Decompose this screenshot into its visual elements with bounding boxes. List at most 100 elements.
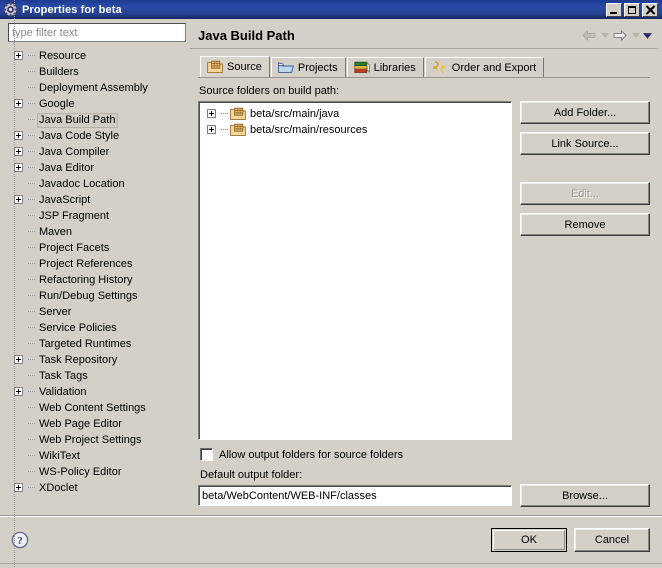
expand-plus-icon[interactable] <box>12 48 28 64</box>
sidebar-item-refactoring-history[interactable]: Refactoring History <box>12 272 188 288</box>
add-folder-button[interactable]: Add Folder... <box>520 101 650 124</box>
sidebar-item-java-build-path[interactable]: Java Build Path <box>12 112 188 128</box>
sidebar-item-javadoc-location[interactable]: Javadoc Location <box>12 176 188 192</box>
default-output-folder-input[interactable]: beta/WebContent/WEB-INF/classes <box>198 485 512 506</box>
maximize-button[interactable] <box>624 2 640 17</box>
sidebar-item-label: Java Compiler <box>39 145 110 158</box>
tab-order-and-export[interactable]: Order and Export <box>424 57 545 77</box>
tree-connector-line <box>28 320 37 336</box>
expand-plus-icon[interactable] <box>12 384 28 400</box>
tree-connector-line <box>28 96 37 112</box>
sidebar-item-deployment-assembly[interactable]: Deployment Assembly <box>12 80 188 96</box>
sidebar-item-wikitext[interactable]: WikiText <box>12 448 188 464</box>
allow-output-folders-checkbox[interactable] <box>200 448 213 461</box>
books-icon <box>354 60 370 75</box>
cancel-button[interactable]: Cancel <box>574 528 650 552</box>
sidebar-item-label: JavaScript <box>39 193 91 206</box>
sidebar-item-web-project-settings[interactable]: Web Project Settings <box>12 432 188 448</box>
forward-dropdown-icon[interactable] <box>631 28 640 44</box>
forward-arrow-icon[interactable] <box>612 28 628 44</box>
page-navigation <box>581 28 652 44</box>
tree-connector-line <box>28 432 37 448</box>
sidebar-item-project-references[interactable]: Project References <box>12 256 188 272</box>
source-folder-row[interactable]: beta/src/main/resources <box>205 122 511 138</box>
sidebar-item-task-tags[interactable]: Task Tags <box>12 368 188 384</box>
sidebar-item-builders[interactable]: Builders <box>12 64 188 80</box>
sidebar-item-ws-policy-editor[interactable]: WS-Policy Editor <box>12 464 188 480</box>
tree-connector-line <box>28 464 37 480</box>
tree-connector-line <box>28 144 37 160</box>
sidebar-item-label: Java Editor <box>39 161 95 174</box>
expand-plus-icon[interactable] <box>12 160 28 176</box>
tab-projects[interactable]: Projects <box>270 57 346 77</box>
sidebar-item-targeted-runtimes[interactable]: Targeted Runtimes <box>12 336 188 352</box>
open-folder-icon <box>278 60 294 75</box>
expand-plus-icon[interactable] <box>12 128 28 144</box>
expand-plus-icon[interactable] <box>205 106 221 122</box>
expand-plus-icon[interactable] <box>12 192 28 208</box>
settings-tree[interactable]: Resource Builders Deployment Assembly Googl… <box>4 0 188 568</box>
page-title: Java Build Path <box>198 28 295 43</box>
sidebar-item-project-facets[interactable]: Project Facets <box>12 240 188 256</box>
close-button[interactable] <box>642 2 658 17</box>
sidebar-item-label: WS-Policy Editor <box>39 465 122 478</box>
ok-button[interactable]: OK <box>491 528 567 552</box>
settings-page: Java Build Path Source Projects Librarie… <box>190 23 658 515</box>
tree-connector-line <box>28 64 37 80</box>
sidebar-item-javascript[interactable]: JavaScript <box>12 192 188 208</box>
sidebar-item-web-page-editor[interactable]: Web Page Editor <box>12 416 188 432</box>
sidebar-item-java-compiler[interactable]: Java Compiler <box>12 144 188 160</box>
source-folder-label: beta/src/main/java <box>250 108 340 120</box>
order-arrows-icon <box>432 60 448 75</box>
filter-input[interactable]: type filter text <box>8 23 186 42</box>
sidebar-item-label: Service Policies <box>39 321 117 334</box>
sidebar-item-label: Task Tags <box>39 369 88 382</box>
sidebar-item-web-content-settings[interactable]: Web Content Settings <box>12 400 188 416</box>
sidebar-item-run-debug-settings[interactable]: Run/Debug Settings <box>12 288 188 304</box>
sidebar-item-java-code-style[interactable]: Java Code Style <box>12 128 188 144</box>
expand-plus-icon[interactable] <box>205 122 221 138</box>
tab-libraries[interactable]: Libraries <box>346 57 424 77</box>
expand-plus-icon[interactable] <box>12 480 28 496</box>
filter-wrapper: type filter text <box>4 23 188 42</box>
sidebar-item-xdoclet[interactable]: XDoclet <box>12 480 188 496</box>
sidebar-item-label: Web Project Settings <box>39 433 142 446</box>
sidebar-item-resource[interactable]: Resource <box>12 48 188 64</box>
tree-connector-line <box>28 416 37 432</box>
sidebar-item-java-editor[interactable]: Java Editor <box>12 160 188 176</box>
view-menu-chevron-icon[interactable] <box>643 28 652 44</box>
browse-button[interactable]: Browse... <box>520 484 650 507</box>
tree-connector-line <box>28 112 37 128</box>
allow-output-folders-row[interactable]: Allow output folders for source folders <box>200 448 650 461</box>
sidebar-item-google[interactable]: Google <box>12 96 188 112</box>
build-path-tabs: Source Projects Libraries Order and Export <box>198 56 650 78</box>
tab-source[interactable]: Source <box>200 56 270 77</box>
tree-connector-line <box>28 400 37 416</box>
source-folders-list[interactable]: beta/src/main/java beta/src/main/resource… <box>198 101 512 440</box>
back-dropdown-icon[interactable] <box>600 28 609 44</box>
sidebar-item-label: Web Content Settings <box>39 401 146 414</box>
source-folder-row[interactable]: beta/src/main/java <box>205 106 511 122</box>
sidebar-item-service-policies[interactable]: Service Policies <box>12 320 188 336</box>
back-arrow-icon[interactable] <box>581 28 597 44</box>
sidebar-item-jsp-fragment[interactable]: JSP Fragment <box>12 208 188 224</box>
sidebar-item-maven[interactable]: Maven <box>12 224 188 240</box>
link-source-button[interactable]: Link Source... <box>520 132 650 155</box>
minimize-button[interactable] <box>606 2 622 17</box>
sidebar-item-server[interactable]: Server <box>12 304 188 320</box>
sidebar-item-task-repository[interactable]: Task Repository <box>12 352 188 368</box>
expand-plus-icon[interactable] <box>12 96 28 112</box>
expand-plus-icon[interactable] <box>12 144 28 160</box>
expand-plus-icon[interactable] <box>12 352 28 368</box>
sidebar-item-validation[interactable]: Validation <box>12 384 188 400</box>
settings-sidebar: type filter text Resource Builders Deploym… <box>4 0 188 568</box>
remove-button[interactable]: Remove <box>520 213 650 236</box>
